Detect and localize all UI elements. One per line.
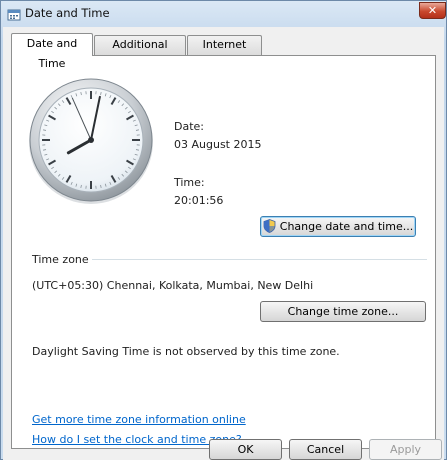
change-date-time-button[interactable]: Change date and time...	[260, 216, 416, 237]
date-value: 03 August 2015	[174, 138, 262, 151]
change-date-time-label: Change date and time...	[279, 220, 414, 233]
time-zone-divider	[92, 259, 427, 260]
dst-note: Daylight Saving Time is not observed by …	[32, 345, 340, 358]
close-icon: ✕	[427, 4, 438, 17]
time-zone-heading: Time zone	[32, 253, 89, 266]
date-label: Date:	[174, 120, 204, 133]
change-time-zone-button[interactable]: Change time zone...	[260, 301, 426, 322]
window-title: Date and Time	[25, 6, 110, 20]
apply-button[interactable]: Apply	[369, 439, 442, 460]
more-time-zone-info-link[interactable]: Get more time zone information online	[32, 413, 246, 426]
cancel-button[interactable]: Cancel	[289, 439, 362, 460]
date-time-window: Date and Time ✕ Date and Time Additional…	[0, 0, 447, 460]
dialog-body: Date and Time Additional Clocks Internet…	[3, 27, 444, 460]
time-label: Time:	[174, 176, 205, 189]
ok-button[interactable]: OK	[209, 439, 282, 460]
date-time-app-icon	[7, 9, 21, 21]
title-bar[interactable]: Date and Time ✕	[1, 1, 446, 27]
tab-additional-clocks[interactable]: Additional Clocks	[94, 35, 186, 69]
close-button[interactable]: ✕	[419, 2, 446, 19]
time-zone-value: (UTC+05:30) Chennai, Kolkata, Mumbai, Ne…	[32, 279, 314, 292]
time-value: 20:01:56	[174, 194, 224, 207]
date-time-tab-page: Date: 03 August 2015 Time: 20:01:56 Chan…	[11, 55, 436, 449]
uac-shield-icon	[263, 219, 276, 233]
tab-date-and-time[interactable]: Date and Time	[11, 33, 93, 70]
tab-internet-time[interactable]: Internet Time	[187, 35, 262, 69]
analog-clock	[29, 78, 153, 204]
